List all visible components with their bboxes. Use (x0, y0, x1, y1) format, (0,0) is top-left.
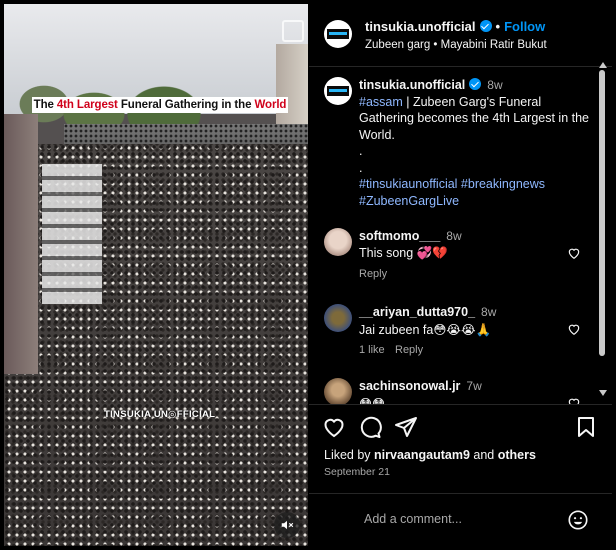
post-details-panel: tinsukia.unofficial • Follow Zubeen garg •… (309, 4, 612, 546)
caption-line: . (359, 144, 363, 158)
header-subtitle[interactable]: Zubeen garg • Mayabini Ratir Bukut (365, 39, 547, 51)
video-caption-banner: The 4th Largest Funeral Gathering in the… (32, 97, 288, 113)
caption-part: Funeral Gathering in the (117, 99, 255, 111)
liked-by-text: Liked by nirvaangautam9 and others (324, 448, 536, 462)
video-watermark: TINSUKIA UN◎FFICIAL (104, 409, 216, 420)
avatar[interactable] (324, 378, 352, 404)
post-header: tinsukia.unofficial • Follow Zubeen garg •… (309, 4, 612, 67)
post-date[interactable]: September 21 (324, 466, 390, 478)
post-video[interactable]: The 4th Largest Funeral Gathering in the… (4, 4, 308, 546)
add-comment-input[interactable]: Add a comment... (364, 512, 462, 526)
reply-button[interactable]: Reply (359, 268, 387, 280)
caption-username[interactable]: tinsukia.unofficial (359, 78, 465, 92)
comment-text: Jai zubeen fa😳😭😭🙏 (359, 323, 492, 337)
comment-username[interactable]: __ariyan_dutta970_ (359, 305, 475, 319)
caption-time: 8w (487, 78, 503, 92)
like-count[interactable]: 1 like (359, 344, 385, 356)
hashtag-link[interactable]: #assam (359, 95, 403, 109)
scrollbar-thumb[interactable] (599, 70, 605, 356)
scroll-up-arrow-icon[interactable] (599, 62, 607, 68)
verified-badge-icon (479, 20, 492, 32)
heart-icon[interactable] (567, 322, 581, 336)
verified-badge-icon (469, 78, 482, 90)
header-username[interactable]: tinsukia.unofficial (365, 19, 476, 34)
post-actions: Liked by nirvaangautam9 and others Septe… (309, 404, 612, 548)
caption-highlight: 4th Largest (56, 99, 118, 111)
more-options-icon[interactable] (579, 26, 597, 44)
heart-icon[interactable] (567, 396, 581, 404)
heart-icon[interactable] (567, 246, 581, 260)
avatar[interactable] (324, 20, 352, 48)
scroll-down-arrow-icon[interactable] (599, 390, 607, 396)
mute-button[interactable] (274, 512, 300, 538)
comment-time: 8w (481, 305, 497, 319)
save-bookmark-icon[interactable] (574, 415, 598, 439)
comment-text: 😳😳 (359, 397, 386, 404)
video-vehicles (42, 164, 102, 304)
reply-button[interactable]: Reply (395, 344, 423, 356)
comment-bubble-icon[interactable] (358, 415, 382, 439)
comments-scroll-area[interactable]: tinsukia.unofficial 8w #assam | Zubeen Ga… (309, 67, 612, 404)
avatar[interactable] (324, 304, 352, 332)
share-paper-plane-icon[interactable] (394, 415, 418, 439)
comment-time: 7w (466, 379, 482, 393)
hashtag-line[interactable]: #ZubeenGargLive (359, 193, 594, 210)
separator-dot: • (495, 19, 501, 34)
comment-time: 8w (446, 229, 462, 243)
liked-by-user[interactable]: nirvaangautam9 (374, 448, 470, 462)
liked-by-prefix: Liked by (324, 448, 375, 462)
scrollbar[interactable] (599, 70, 605, 356)
comment-username[interactable]: sachinsonowal.jr (359, 379, 460, 393)
hashtag-line[interactable]: #tinsukiaunofficial #breakingnews (359, 176, 594, 193)
video-building-left (4, 114, 38, 374)
caption-part: The (33, 99, 57, 111)
liked-by-others[interactable]: others (498, 448, 536, 462)
speaker-muted-icon (281, 520, 294, 530)
caption-highlight: World (254, 99, 287, 111)
add-comment-bar: Add a comment... (309, 493, 612, 548)
comment-username[interactable]: softmomo___ (359, 229, 440, 243)
reel-icon (282, 20, 304, 42)
follow-button[interactable]: Follow (504, 19, 545, 34)
avatar[interactable] (324, 228, 352, 256)
caption-body: #assam | Zubeen Garg's Funeral Gathering… (359, 94, 594, 144)
comment-text: This song 💞💔 (359, 246, 448, 260)
emoji-icon[interactable] (567, 509, 589, 531)
caption-line: . (359, 160, 363, 175)
avatar[interactable] (324, 77, 352, 105)
post-dialog: The 4th Largest Funeral Gathering in the… (0, 0, 616, 550)
like-heart-icon[interactable] (322, 415, 346, 439)
liked-by-mid: and (469, 448, 498, 462)
